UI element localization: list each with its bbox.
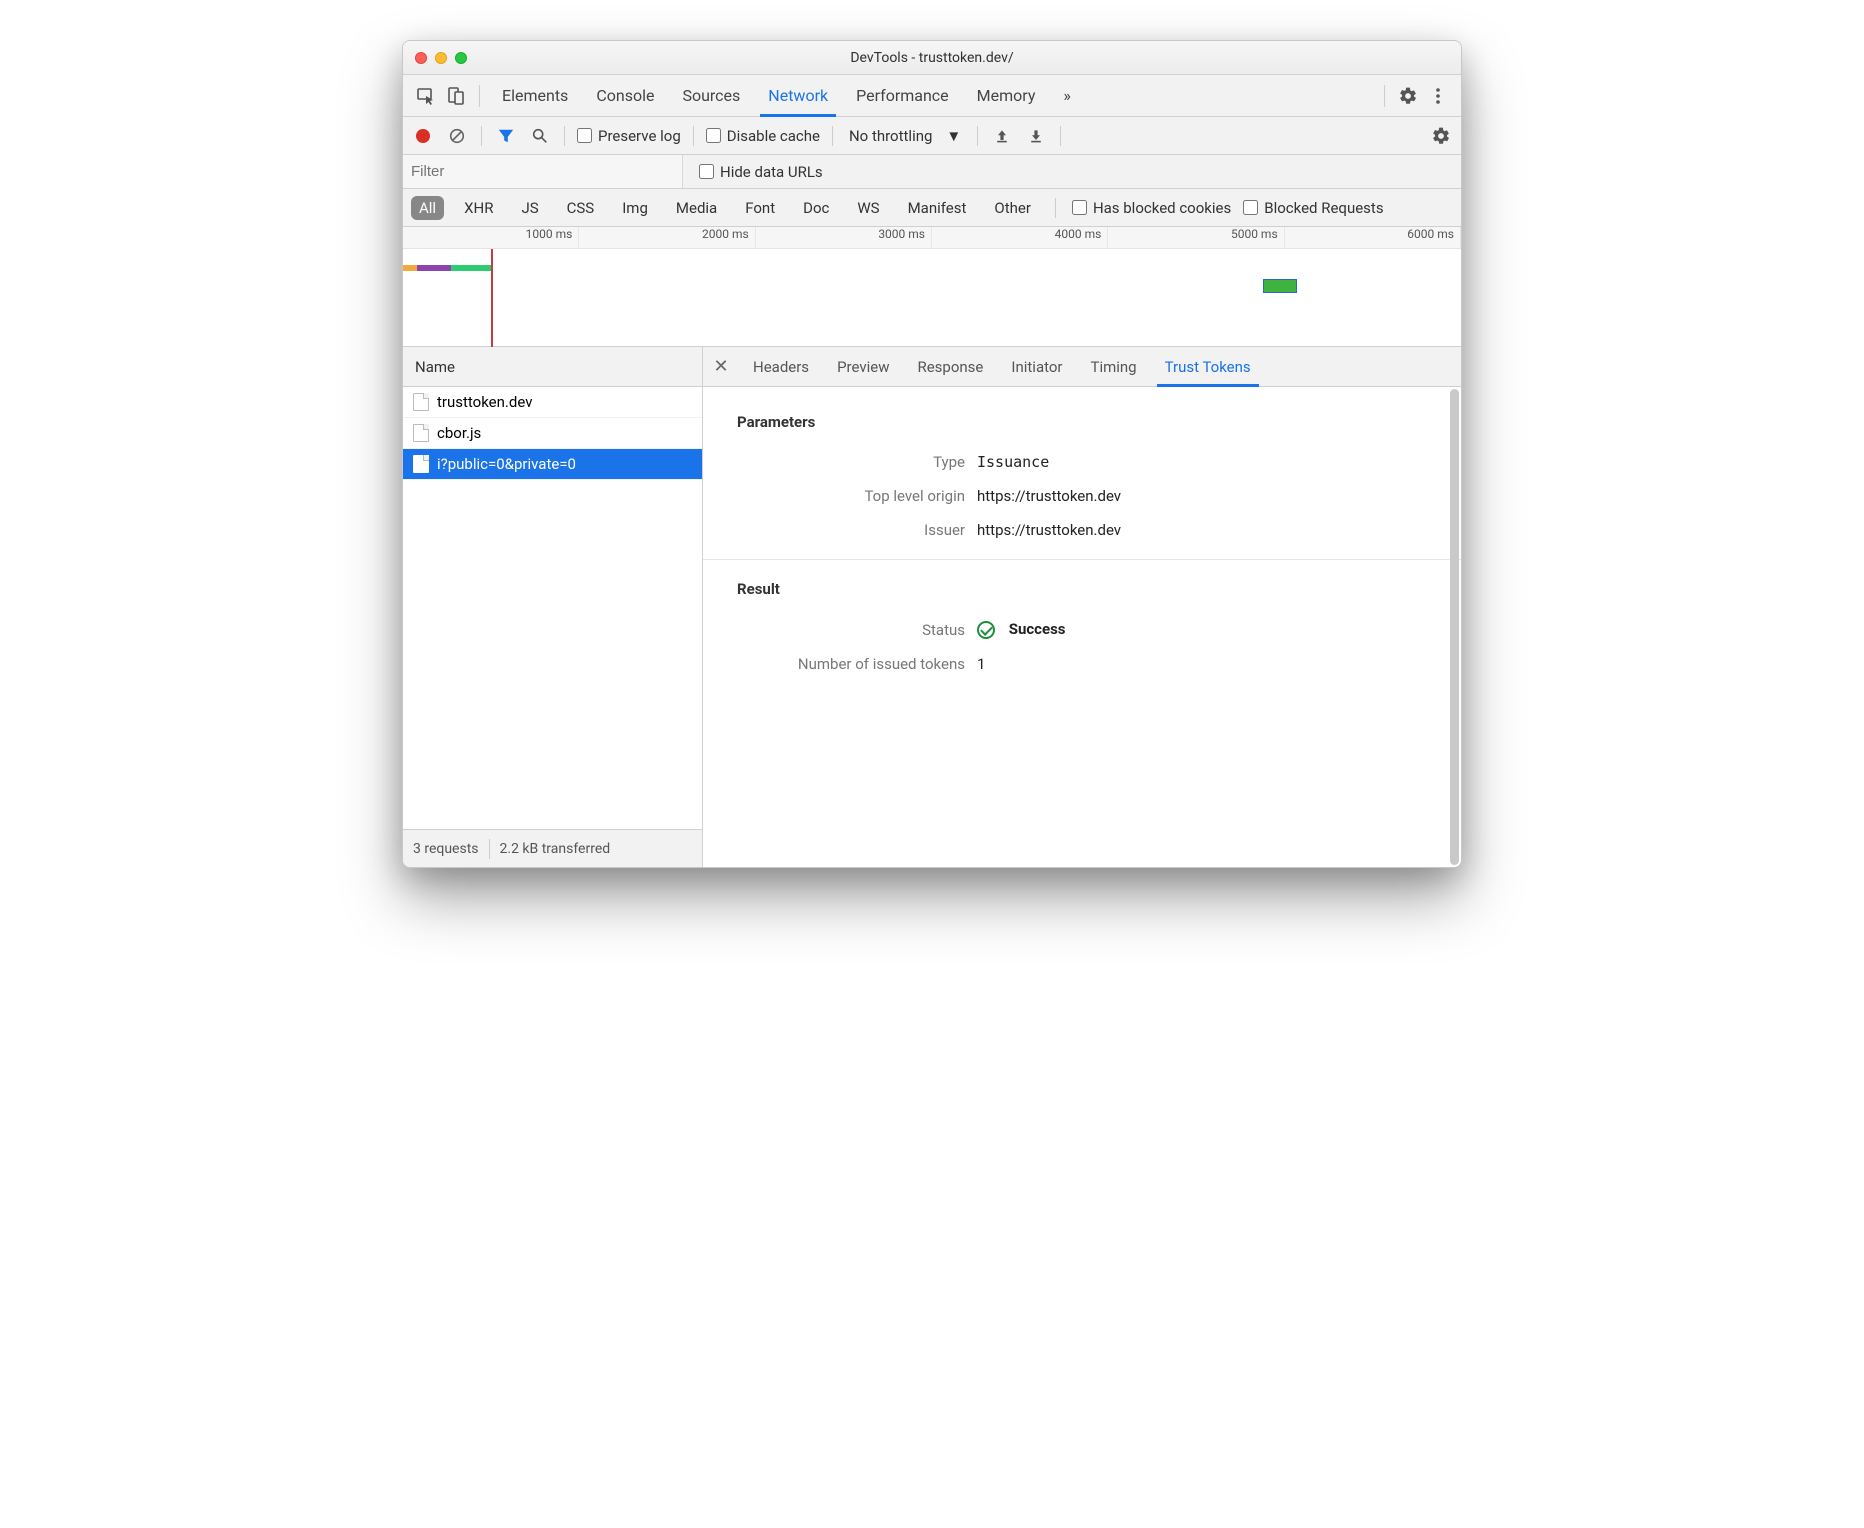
document-icon [413,393,429,411]
result-heading: Result [737,580,1437,598]
detail-tab-headers[interactable]: Headers [739,347,823,386]
trust-tokens-panel: Parameters Type Issuance Top level origi… [703,387,1461,867]
pill-doc[interactable]: Doc [795,196,837,220]
tab-elements[interactable]: Elements [488,75,582,116]
network-main: Name trusttoken.dev cbor.js i?public=0&p… [403,347,1461,867]
throttling-select[interactable]: No throttling ▼ [845,127,965,145]
tab-network[interactable]: Network [754,75,842,116]
request-row[interactable]: i?public=0&private=0 [403,449,702,480]
request-row[interactable]: trusttoken.dev [403,387,702,418]
tab-memory[interactable]: Memory [963,75,1050,116]
blocked-requests-checkbox[interactable]: Blocked Requests [1243,199,1383,217]
request-list-pane: Name trusttoken.dev cbor.js i?public=0&p… [403,347,703,867]
issuer-label: Issuer [737,521,977,539]
network-footer: 3 requests 2.2 kB transferred [403,829,702,867]
has-blocked-cookies-checkbox[interactable]: Has blocked cookies [1072,199,1231,217]
name-column-header[interactable]: Name [403,347,702,387]
settings-gear-icon[interactable] [1393,81,1423,111]
pill-js[interactable]: JS [513,196,546,220]
waterfall-ticks: 1000 ms 2000 ms 3000 ms 4000 ms 5000 ms … [403,227,1461,249]
pill-media[interactable]: Media [668,196,725,220]
filter-funnel-icon[interactable] [494,124,518,148]
detail-scrollbar[interactable] [1450,389,1459,865]
search-icon[interactable] [528,124,552,148]
detail-tab-preview[interactable]: Preview [823,347,903,386]
requests-count: 3 requests [413,841,479,857]
devtools-window: DevTools - trusttoken.dev/ Elements Cons… [402,40,1462,868]
window-title: DevTools - trusttoken.dev/ [403,50,1461,66]
chevron-down-icon: ▼ [946,127,961,145]
title-bar: DevTools - trusttoken.dev/ [403,41,1461,75]
upload-har-icon[interactable] [990,124,1014,148]
inspect-element-icon[interactable] [411,81,441,111]
tab-performance[interactable]: Performance [842,75,963,116]
pill-css[interactable]: CSS [559,196,603,220]
pill-img[interactable]: Img [614,196,656,220]
success-check-icon [977,621,995,639]
detail-tab-initiator[interactable]: Initiator [997,347,1076,386]
filter-row: Hide data URLs [403,155,1461,189]
document-icon [413,424,429,442]
pill-font[interactable]: Font [737,196,783,220]
type-label: Type [737,453,977,471]
devtools-tabstrip: Elements Console Sources Network Perform… [403,75,1461,117]
pill-manifest[interactable]: Manifest [900,196,975,220]
network-toolbar: Preserve log Disable cache No throttling… [403,117,1461,155]
request-name: i?public=0&private=0 [437,455,576,473]
preserve-log-checkbox[interactable]: Preserve log [577,127,681,145]
pill-other[interactable]: Other [986,196,1039,220]
detail-tabs: ✕ Headers Preview Response Initiator Tim… [703,347,1461,387]
detail-tab-response[interactable]: Response [903,347,997,386]
close-detail-icon[interactable]: ✕ [703,356,739,377]
tab-more[interactable]: » [1049,75,1085,116]
document-icon [413,455,429,473]
status-value: Success [977,620,1066,639]
type-value: Issuance [977,453,1049,471]
tab-console[interactable]: Console [582,75,668,116]
request-detail-pane: ✕ Headers Preview Response Initiator Tim… [703,347,1461,867]
disable-cache-checkbox[interactable]: Disable cache [706,127,820,145]
parameters-heading: Parameters [737,413,1437,431]
request-row[interactable]: cbor.js [403,418,702,449]
download-har-icon[interactable] [1024,124,1048,148]
top-level-origin-label: Top level origin [737,487,977,505]
detail-tab-timing[interactable]: Timing [1077,347,1151,386]
kebab-menu-icon[interactable] [1423,81,1453,111]
pill-ws[interactable]: WS [849,196,887,220]
request-name: cbor.js [437,424,481,442]
issued-tokens-value: 1 [977,655,985,673]
resource-type-filters: All XHR JS CSS Img Media Font Doc WS Man… [403,189,1461,227]
pill-all[interactable]: All [411,196,444,220]
detail-tab-trust-tokens[interactable]: Trust Tokens [1151,347,1265,386]
request-list: trusttoken.dev cbor.js i?public=0&privat… [403,387,702,829]
filter-input[interactable] [403,155,683,188]
request-name: trusttoken.dev [437,393,532,411]
issuer-value: https://trusttoken.dev [977,521,1121,539]
pill-xhr[interactable]: XHR [456,196,501,220]
waterfall-overview[interactable]: 1000 ms 2000 ms 3000 ms 4000 ms 5000 ms … [403,227,1461,347]
transferred-size: 2.2 kB transferred [500,841,611,857]
hide-data-urls-checkbox[interactable]: Hide data URLs [699,163,823,181]
toggle-device-toolbar-icon[interactable] [441,81,471,111]
top-level-origin-value: https://trusttoken.dev [977,487,1121,505]
tab-sources[interactable]: Sources [668,75,754,116]
clear-icon[interactable] [445,124,469,148]
issued-tokens-label: Number of issued tokens [737,655,977,673]
record-button[interactable] [411,124,435,148]
network-settings-gear-icon[interactable] [1429,124,1453,148]
status-label: Status [737,621,977,639]
